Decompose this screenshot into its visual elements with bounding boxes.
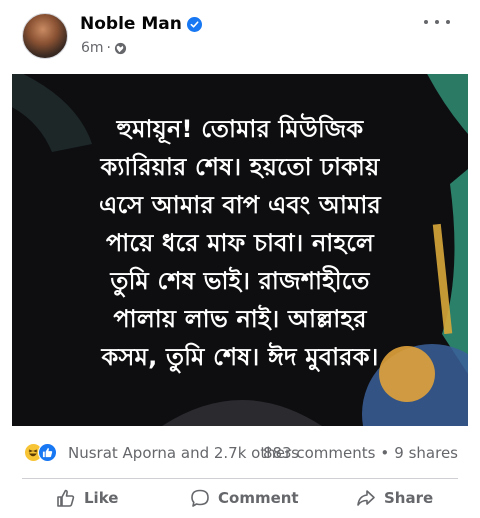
comments-count[interactable]: 883 comments (263, 444, 375, 462)
comment-button[interactable]: Comment (190, 488, 299, 508)
share-button[interactable]: Share (356, 488, 433, 508)
post-time[interactable]: 6m (81, 40, 104, 56)
post-meta: 6m · (81, 40, 127, 56)
post-text-line: তুমি শেষ ভাই। রাজশাহীতে (110, 267, 370, 295)
like-icon (38, 443, 57, 462)
like-label: Like (84, 489, 119, 507)
author-name[interactable]: Noble Man (80, 14, 202, 34)
comment-icon (191, 489, 209, 507)
meta-separator: · (106, 40, 111, 56)
post-text-line: ক্যারিয়ার শেষ। হয়তো ঢাকায় (100, 153, 380, 181)
post-actions: Like Comment Share (0, 488, 480, 518)
post-text-line: পালায় লাভ নাই। আল্লাহর (113, 305, 367, 333)
thumbs-up-icon (57, 489, 75, 507)
shares-count[interactable]: 9 shares (394, 444, 458, 462)
post-header: Noble Man 6m · (0, 0, 480, 72)
like-button[interactable]: Like (56, 488, 118, 508)
share-icon (357, 490, 375, 506)
post-text-line: কসম, তুমি শেষ। ঈদ মুবারক। (101, 343, 379, 371)
post-image[interactable]: হুমায়ূন! তোমার মিউজিক ক্যারিয়ার শেষ। হ… (12, 74, 468, 426)
post-text-line: এসে আমার বাপ এবং আমার (99, 191, 381, 219)
divider (22, 478, 458, 479)
avatar[interactable] (22, 13, 68, 59)
post-text: হুমায়ূন! তোমার মিউজিক ক্যারিয়ার শেষ। হ… (12, 110, 468, 376)
post-text-line: হুমায়ূন! তোমার মিউজিক (116, 115, 364, 143)
comment-label: Comment (218, 489, 299, 507)
reaction-icons[interactable] (24, 443, 64, 463)
share-label: Share (384, 489, 434, 507)
engagement-counts: 883 comments • 9 shares (263, 444, 458, 462)
verified-badge-icon (186, 16, 202, 32)
author-name-text[interactable]: Noble Man (80, 14, 182, 34)
globe-icon[interactable] (114, 42, 127, 55)
counts-separator: • (380, 444, 390, 462)
post-text-line: পায়ে ধরে মাফ চাবা। নাহলে (105, 229, 374, 257)
more-options-icon[interactable] (424, 12, 450, 32)
engagement-bar: Nusrat Aporna and 2.7k others 883 commen… (0, 440, 480, 466)
